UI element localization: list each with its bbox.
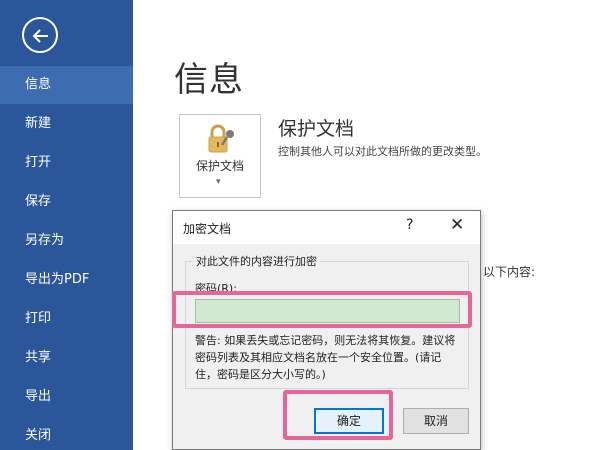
nav-item-info[interactable]: 信息 <box>0 66 133 104</box>
section-description: 控制其他人可以对此文档所做的更改类型。 <box>278 145 487 158</box>
close-icon[interactable]: ✕ <box>450 215 464 235</box>
partial-background-text: 以下内容: <box>483 265 536 279</box>
group-label: 对此文件的内容进行加密 <box>193 253 320 269</box>
dialog-titlebar: 加密文档 ? ✕ <box>173 211 480 244</box>
dialog-title: 加密文档 <box>183 222 232 236</box>
nav-item-export-pdf[interactable]: 导出为PDF <box>0 261 133 299</box>
protect-document-label: 保护文档 <box>195 159 244 173</box>
warning-text: 警告: 如果丢失或忘记密码，则无法将其恢复。建议将密码列表及其相应文档名放在一个… <box>195 334 456 381</box>
protect-document-button[interactable]: 保护文档 ▾ <box>179 114 261 198</box>
nav-item-export[interactable]: 导出 <box>0 378 133 416</box>
nav-item-save-as[interactable]: 另存为 <box>0 222 133 260</box>
chevron-down-icon: ▾ <box>216 177 221 187</box>
nav-item-new[interactable]: 新建 <box>0 105 133 143</box>
ok-highlight-box <box>283 390 393 440</box>
password-highlight-box <box>172 291 472 328</box>
nav-item-open[interactable]: 打开 <box>0 144 133 182</box>
backstage-sidebar: 信息 新建 打开 保存 另存为 导出为PDF 打印 共享 导出 关闭 <box>0 0 133 450</box>
cancel-button[interactable]: 取消 <box>403 408 469 434</box>
help-icon[interactable]: ? <box>406 217 413 233</box>
nav-item-save[interactable]: 保存 <box>0 183 133 221</box>
lock-key-icon <box>208 124 234 153</box>
back-arrow-icon <box>32 29 48 43</box>
back-button[interactable] <box>22 17 58 53</box>
nav-item-close[interactable]: 关闭 <box>0 417 133 450</box>
page-title: 信息 <box>174 60 244 100</box>
nav-item-share[interactable]: 共享 <box>0 339 133 377</box>
nav-item-print[interactable]: 打印 <box>0 300 133 338</box>
section-title: 保护文档 <box>278 118 355 140</box>
